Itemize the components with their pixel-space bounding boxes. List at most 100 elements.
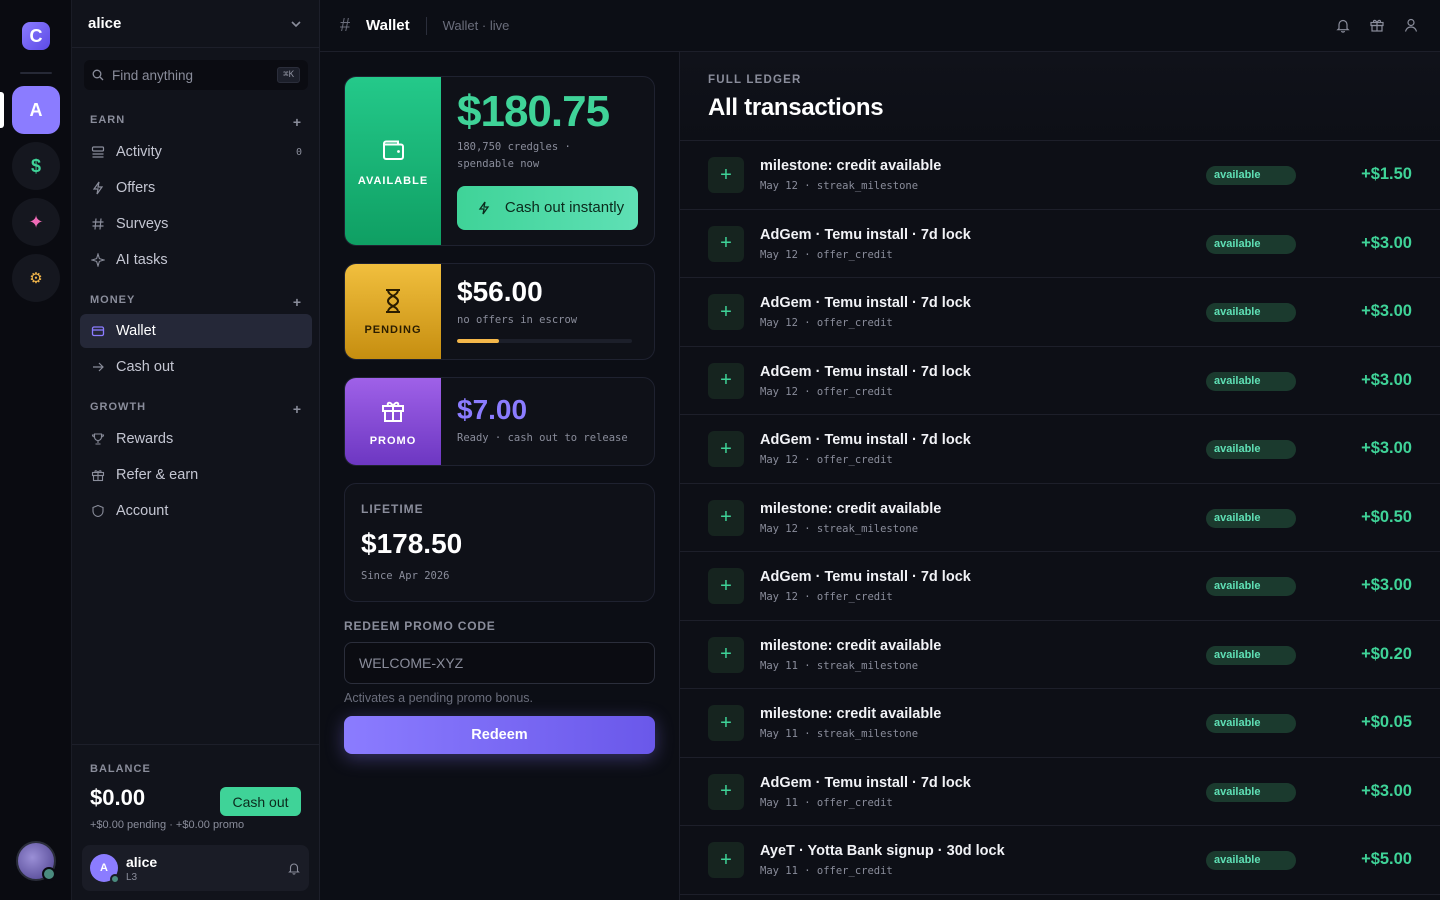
sidebar-item-offers[interactable]: Offers [80, 171, 312, 205]
sidebar-item-label: Cash out [116, 359, 175, 375]
add-growth-icon[interactable]: + [293, 401, 302, 417]
transaction-title: AdGem · Temu install · 7d lock [760, 774, 971, 791]
search-input[interactable]: Find anything [112, 68, 277, 83]
plus-icon: + [708, 705, 744, 741]
table-row[interactable]: + AdGem · Temu install · 7d lock May 12 … [680, 415, 1440, 484]
sparkle-icon [90, 252, 106, 268]
online-status-dot [110, 874, 120, 884]
workspace-name: alice [88, 15, 122, 32]
balance-breakdown: +$0.00 pending · +$0.00 promo [90, 819, 245, 831]
section-title: GROWTH [90, 401, 147, 413]
sidebar-item-cash-out[interactable]: Cash out [80, 350, 312, 384]
table-row[interactable]: + milestone: credit available May 12 · s… [680, 141, 1440, 210]
section-title: MONEY [90, 294, 136, 306]
status-badge: available [1206, 166, 1296, 185]
rail-item-sparkle[interactable]: ✦ [12, 198, 60, 246]
wallet-icon [90, 323, 106, 339]
balance-amount: $0.00 [90, 785, 146, 810]
promo-subtext: Ready · cash out to release [457, 432, 628, 444]
status-badge: available [1206, 508, 1296, 528]
transaction-list: + milestone: credit available May 12 · s… [680, 141, 1440, 895]
sidebar: alice Find anything ⌘K EARN + Activity 0… [72, 0, 320, 900]
add-earn-icon[interactable]: + [293, 114, 302, 130]
profile-icon[interactable] [1402, 16, 1420, 34]
table-row[interactable]: + AdGem · Temu install · 7d lock May 12 … [680, 347, 1440, 415]
ledger-kicker: FULL LEDGER [708, 74, 802, 86]
page-title: Wallet [366, 17, 410, 34]
promo-card: PROMO $7.00 Ready · cash out to release [344, 377, 655, 466]
promo-label: PROMO [369, 434, 417, 447]
rail-item-gear[interactable]: ⚙ [12, 254, 60, 302]
bolt-icon [90, 180, 106, 196]
status-badge: available [1206, 851, 1296, 870]
transaction-amount: +$0.20 [1361, 644, 1412, 663]
status-badge: available [1206, 645, 1296, 665]
sidebar-cash-out-button[interactable]: Cash out [220, 787, 301, 816]
rail-user-avatar[interactable] [16, 841, 56, 881]
cash-out-instantly-button[interactable]: Cash out instantly [457, 186, 638, 230]
user-card[interactable]: A alice L3 [82, 845, 309, 891]
transaction-title: AdGem · Temu install · 7d lock [760, 363, 971, 380]
sidebar-item-ai-tasks[interactable]: AI tasks [80, 243, 312, 277]
add-money-icon[interactable]: + [293, 294, 302, 310]
table-row[interactable]: + AdGem · Temu install · 7d lock May 12 … [680, 552, 1440, 621]
transaction-meta: May 12 · offer_credit [760, 591, 893, 603]
server-rail: C A $ ✦ ⚙ [0, 0, 72, 900]
sidebar-item-refer-earn[interactable]: Refer & earn [80, 458, 312, 492]
sidebar-item-rewards[interactable]: Rewards [80, 422, 312, 456]
promo-code-input[interactable] [344, 642, 655, 684]
app-logo[interactable]: C [22, 22, 50, 50]
rail-item-account[interactable]: A [12, 86, 60, 134]
transaction-amount: +$3.00 [1361, 233, 1412, 252]
sidebar-item-account[interactable]: Account [80, 494, 312, 528]
transaction-amount: +$0.05 [1361, 713, 1412, 731]
table-row[interactable]: + milestone: credit available May 12 · s… [680, 484, 1440, 552]
transaction-meta: May 12 · offer_credit [760, 317, 893, 329]
breadcrumb: Wallet · live [442, 18, 510, 33]
plus-icon: + [708, 362, 744, 399]
table-row[interactable]: + AdGem · Temu install · 7d lock May 12 … [680, 278, 1440, 347]
workspace-switcher[interactable]: alice [72, 0, 319, 48]
search-box[interactable]: Find anything ⌘K [84, 60, 308, 90]
transaction-title: milestone: credit available [760, 158, 942, 174]
trophy-icon [90, 431, 106, 447]
table-row[interactable]: + milestone: credit available May 11 · s… [680, 689, 1440, 758]
topbar-actions [1334, 16, 1420, 34]
sidebar-balance-panel: BALANCE $0.00 Cash out +$0.00 pending · … [72, 744, 320, 900]
plus-icon: + [708, 568, 744, 604]
transaction-title: AyeT · Yotta Bank signup · 30d lock [760, 843, 1005, 859]
table-row[interactable]: + AdGem · Temu install · 7d lock May 12 … [680, 210, 1440, 278]
list-icon [90, 144, 106, 160]
transaction-title: milestone: credit available [760, 500, 942, 517]
sidebar-item-label: Activity [116, 144, 162, 160]
notifications-icon[interactable] [1334, 16, 1352, 34]
pending-card: PENDING $56.00 no offers in escrow [344, 263, 655, 360]
status-badge: available [1206, 234, 1296, 254]
table-row[interactable]: + AyeT · Yotta Bank signup · 30d lock Ma… [680, 826, 1440, 895]
wallet-icon [383, 140, 404, 160]
bell-icon[interactable] [287, 861, 301, 875]
available-amount: $180.75 [457, 87, 610, 136]
redeem-help-text: Activates a pending promo bonus. [344, 691, 534, 705]
gift-icon[interactable] [1368, 16, 1386, 34]
sidebar-item-wallet[interactable]: Wallet [80, 314, 312, 348]
transaction-meta: May 12 · streak_milestone [760, 522, 919, 535]
redeem-button[interactable]: Redeem [344, 716, 655, 754]
gift-icon [90, 467, 106, 483]
escrow-progress-fill [457, 339, 499, 343]
sidebar-item-activity[interactable]: Activity 0 [80, 135, 312, 169]
ledger-header: FULL LEDGER All transactions [680, 52, 1440, 141]
transaction-meta: May 12 · streak_milestone [760, 180, 919, 192]
table-row[interactable]: + AdGem · Temu install · 7d lock May 11 … [680, 758, 1440, 826]
sidebar-item-surveys[interactable]: Surveys [80, 207, 312, 241]
title-divider [425, 16, 427, 35]
rail-item-dollar[interactable]: $ [12, 142, 60, 190]
transaction-title: AdGem · Temu install · 7d lock [760, 569, 971, 585]
lifetime-since: Since Apr 2026 [361, 570, 450, 582]
status-badge: available [1206, 714, 1296, 733]
status-badge: available [1206, 303, 1296, 322]
table-row[interactable]: + milestone: credit available May 11 · s… [680, 621, 1440, 689]
chevron-down-icon [291, 20, 301, 27]
promo-amount: $7.00 [457, 394, 528, 425]
transaction-title: AdGem · Temu install · 7d lock [760, 295, 971, 311]
